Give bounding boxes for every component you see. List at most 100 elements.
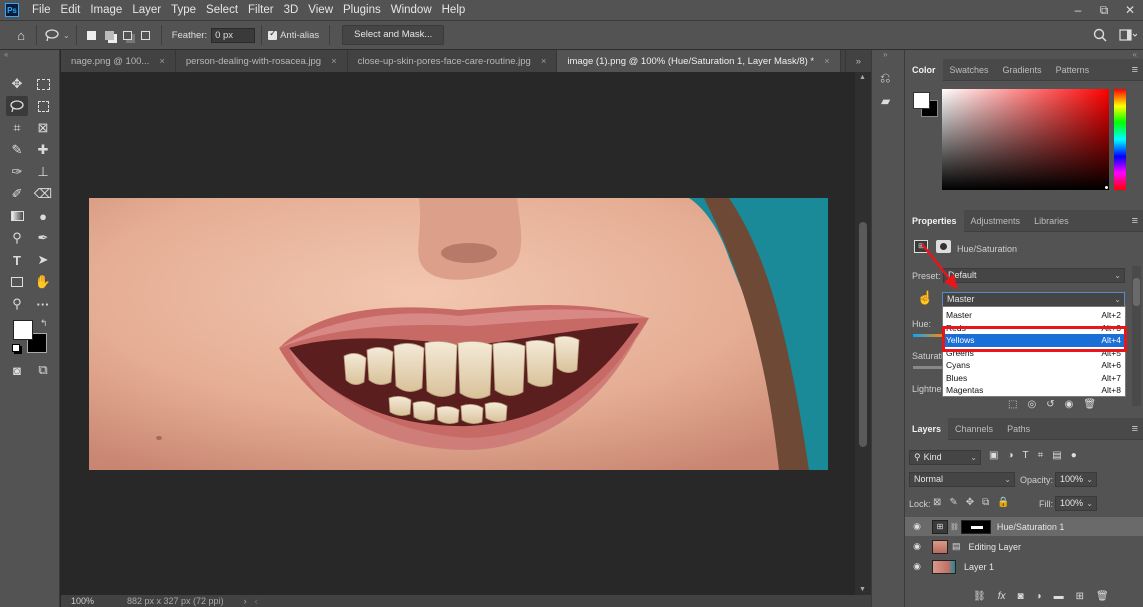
layer-row[interactable]: ◉ ⊞ ⛓ Hue/Saturation 1 [905, 517, 1143, 536]
workspace-icon[interactable] [1119, 26, 1137, 44]
tab-paths[interactable]: Paths [1000, 418, 1037, 440]
path-selection-icon[interactable]: ➤ [32, 250, 54, 270]
tab-document-3[interactable]: close-up-skin-pores-face-care-routine.jp… [347, 50, 558, 72]
view-previous-icon[interactable]: ◎ [1027, 399, 1036, 413]
document-image[interactable] [89, 198, 828, 470]
visibility-eye-icon[interactable]: ◉ [908, 541, 926, 552]
scrollbar-thumb[interactable] [859, 222, 867, 447]
channel-option-master[interactable]: Master Alt+2 [943, 309, 1125, 322]
object-selection-icon[interactable] [32, 96, 54, 116]
tab-layers[interactable]: Layers [905, 417, 949, 440]
reset-icon[interactable]: ↺ [1046, 399, 1054, 413]
scroll-up-icon[interactable]: ▲ [859, 74, 866, 81]
link-layers-icon[interactable]: ⛓ [973, 591, 986, 602]
menu-select[interactable]: Select [201, 4, 243, 16]
hue-slider[interactable] [1114, 89, 1126, 190]
menu-layer[interactable]: Layer [127, 4, 166, 16]
new-selection-icon[interactable] [83, 26, 101, 44]
eyedropper-icon[interactable]: ✎ [6, 140, 28, 160]
zoom-level[interactable]: 100% [71, 596, 121, 606]
close-icon[interactable]: × [824, 56, 830, 67]
restore-button[interactable]: ⧉ [1091, 0, 1117, 20]
layer-row[interactable]: ◉ Layer 1 [905, 557, 1143, 576]
tab-gradients[interactable]: Gradients [996, 59, 1049, 81]
healing-brush-icon[interactable]: ✚ [32, 140, 54, 160]
panel-menu-icon[interactable]: ≡ [1132, 64, 1138, 76]
filter-toggle-icon[interactable]: ● [1071, 450, 1077, 461]
delete-icon[interactable]: 🗑 [1083, 399, 1096, 413]
menu-view[interactable]: View [303, 4, 338, 16]
minimize-button[interactable]: – [1065, 0, 1091, 20]
tab-document-active[interactable]: image (1).png @ 100% (Hue/Saturation 1, … [557, 50, 841, 72]
crop-tool-icon[interactable]: ⌗ [6, 118, 28, 138]
close-icon[interactable]: × [159, 56, 165, 67]
lasso-tool-preset-icon[interactable] [43, 26, 61, 44]
clone-stamp-icon[interactable]: ⊥ [32, 162, 54, 182]
tab-patterns[interactable]: Patterns [1049, 59, 1097, 81]
tab-color[interactable]: Color [905, 58, 943, 81]
new-adjustment-icon[interactable]: ◑ [1036, 591, 1042, 602]
saturation-track[interactable] [913, 366, 943, 369]
search-icon[interactable] [1091, 26, 1109, 44]
screen-mode-icon[interactable]: ⧉ [32, 360, 54, 380]
history-panel-icon[interactable]: ⎌ [880, 70, 890, 86]
status-chevron-icon[interactable]: › [244, 596, 247, 606]
menu-image[interactable]: Image [85, 4, 127, 16]
lock-position-icon[interactable]: ✥ [966, 497, 974, 508]
rectangle-tool-icon[interactable] [6, 272, 28, 292]
menu-help[interactable]: Help [437, 4, 471, 16]
lock-transparency-icon[interactable]: ⊠ [933, 497, 941, 508]
zoom-tool-icon[interactable]: ⚲ [6, 294, 28, 314]
filter-pixel-icon[interactable]: ▣ [989, 450, 998, 461]
subtract-selection-icon[interactable] [119, 26, 137, 44]
eraser-icon[interactable]: ⌫ [32, 184, 54, 204]
layer-name[interactable]: Editing Layer [969, 542, 1022, 552]
menu-window[interactable]: Window [386, 4, 437, 16]
blend-mode-select[interactable]: Normal ⌄ [909, 472, 1015, 487]
comments-panel-icon[interactable]: ▰ [881, 94, 890, 108]
tab-document-2[interactable]: person-dealing-with-rosacea.jpg × [175, 50, 348, 72]
hscroll-left-icon[interactable]: ‹ [255, 596, 258, 606]
feather-input[interactable]: 0 px [211, 27, 256, 43]
tab-libraries[interactable]: Libraries [1027, 210, 1076, 232]
menu-type[interactable]: Type [166, 4, 201, 16]
visibility-icon[interactable]: ◉ [1065, 399, 1074, 413]
tab-document-1[interactable]: nage.png @ 100... × [61, 50, 176, 72]
frame-tool-icon[interactable]: ⊠ [32, 118, 54, 138]
color-picker-field[interactable] [942, 89, 1109, 190]
tab-adjustments[interactable]: Adjustments [964, 210, 1028, 232]
layer-mask-thumbnail[interactable] [960, 519, 991, 534]
canvas-area[interactable] [61, 72, 855, 595]
type-tool-icon[interactable]: T [6, 250, 28, 270]
new-group-icon[interactable]: ▬ [1054, 591, 1064, 602]
properties-scrollbar[interactable] [1132, 266, 1141, 406]
menu-file[interactable]: File [27, 4, 56, 16]
tab-swatches[interactable]: Swatches [943, 59, 996, 81]
blur-tool-icon[interactable]: ● [32, 206, 54, 226]
layer-row[interactable]: ◉ ▤ Editing Layer [905, 537, 1143, 556]
visibility-eye-icon[interactable]: ◉ [908, 561, 926, 572]
lock-pixels-icon[interactable]: ✎ [949, 497, 957, 508]
move-tool-icon[interactable]: ✥ [6, 74, 28, 94]
lock-artboard-icon[interactable]: ⧉ [982, 497, 989, 508]
vertical-scrollbar[interactable]: ▲ ▼ [855, 72, 871, 595]
more-tools-icon[interactable]: ··· [32, 294, 54, 314]
collapse-dock-icon[interactable]: « [1133, 50, 1137, 59]
filter-type-icon[interactable]: T [1023, 450, 1029, 461]
filter-shape-icon[interactable]: ⌗ [1038, 450, 1044, 461]
expand-panels-icon[interactable]: » [883, 50, 887, 59]
brush-tool-icon[interactable]: ✑ [6, 162, 28, 182]
color-picker-handle[interactable] [1104, 185, 1109, 190]
home-icon[interactable]: ⌂ [12, 26, 30, 44]
panel-menu-icon[interactable]: ≡ [1132, 215, 1138, 227]
swap-colors-icon[interactable]: ↰ [40, 318, 48, 329]
filter-smart-object-icon[interactable]: ▤ [1052, 450, 1061, 461]
intersect-selection-icon[interactable] [137, 26, 155, 44]
fill-input[interactable]: 100% ⌄ [1055, 496, 1097, 511]
tab-channels[interactable]: Channels [948, 418, 1000, 440]
tab-properties[interactable]: Properties [905, 209, 964, 232]
add-mask-icon[interactable]: ◙ [1017, 591, 1023, 602]
layer-name[interactable]: Hue/Saturation 1 [997, 522, 1065, 532]
close-window-button[interactable]: ✕ [1117, 0, 1143, 20]
marquee-tool-icon[interactable] [32, 74, 54, 94]
